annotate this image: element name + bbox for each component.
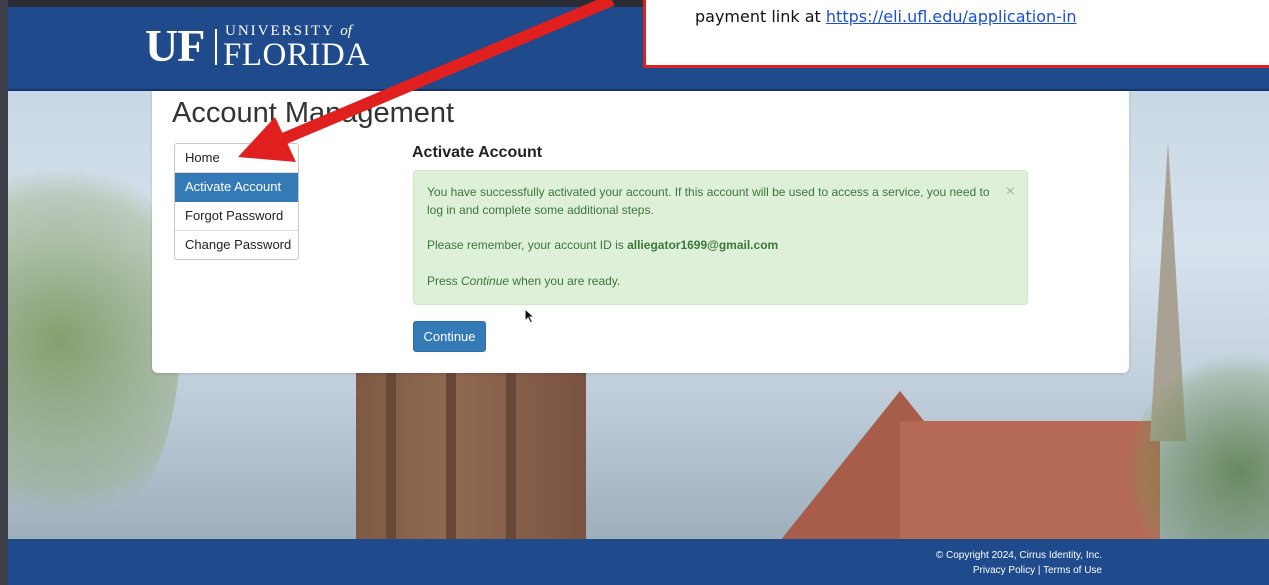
account-card: Account Management Home Activate Account… — [152, 91, 1129, 373]
logo-florida-text: FLORIDA — [223, 37, 370, 73]
side-nav: Home Activate Account Forgot Password Ch… — [174, 143, 299, 260]
continue-button[interactable]: Continue — [413, 321, 486, 352]
account-id: alliegator1699@gmail.com — [627, 238, 779, 252]
footer-copyright: © Copyright 2024, Cirrus Identity, Inc. — [935, 550, 1102, 561]
success-alert: × You have successfully activated your a… — [413, 170, 1028, 305]
nav-item-change-password[interactable]: Change Password — [175, 231, 298, 259]
alert-line-account-id: Please remember, your account ID is alli… — [427, 236, 995, 254]
nav-item-activate-account[interactable]: Activate Account — [175, 173, 298, 202]
alert-ready-text: when you are ready. — [509, 274, 621, 288]
mouse-pointer-icon — [524, 308, 536, 324]
callout-link[interactable]: https://eli.ufl.edu/application-in — [826, 7, 1077, 26]
terms-of-use-link[interactable]: Terms of Use — [1043, 565, 1102, 576]
window-edge — [0, 0, 8, 585]
footer-separator: | — [1037, 565, 1041, 576]
logo-uf-text: UF — [145, 20, 205, 71]
church-building — [900, 421, 1160, 539]
alert-press-text: Press — [427, 274, 462, 288]
close-icon[interactable]: × — [1006, 183, 1015, 201]
nav-item-home[interactable]: Home — [175, 144, 298, 173]
footer-links: Privacy Policy | Terms of Use — [973, 565, 1102, 576]
alert-continue-emph: Continue — [461, 274, 510, 288]
callout-prefix: payment link at — [695, 7, 826, 26]
screenshot-frame: UF UNIVERSITY of FLORIDA payment link at… — [0, 0, 1269, 585]
alert-line-activated: You have successfully activated your acc… — [427, 185, 990, 217]
page-title: Account Management — [172, 97, 455, 129]
annotation-callout: payment link at https://eli.ufl.edu/appl… — [643, 0, 1269, 68]
alert-account-prefix: Please remember, your account ID is — [427, 238, 628, 252]
site-footer: © Copyright 2024, Cirrus Identity, Inc. … — [0, 539, 1269, 585]
nav-item-forgot-password[interactable]: Forgot Password — [175, 202, 298, 231]
callout-text: payment link at https://eli.ufl.edu/appl… — [695, 7, 1077, 26]
alert-line-continue: Press Continue when you are ready. — [427, 272, 995, 290]
logo-separator — [215, 29, 217, 65]
section-title: Activate Account — [412, 144, 543, 161]
privacy-policy-link[interactable]: Privacy Policy — [973, 565, 1035, 576]
